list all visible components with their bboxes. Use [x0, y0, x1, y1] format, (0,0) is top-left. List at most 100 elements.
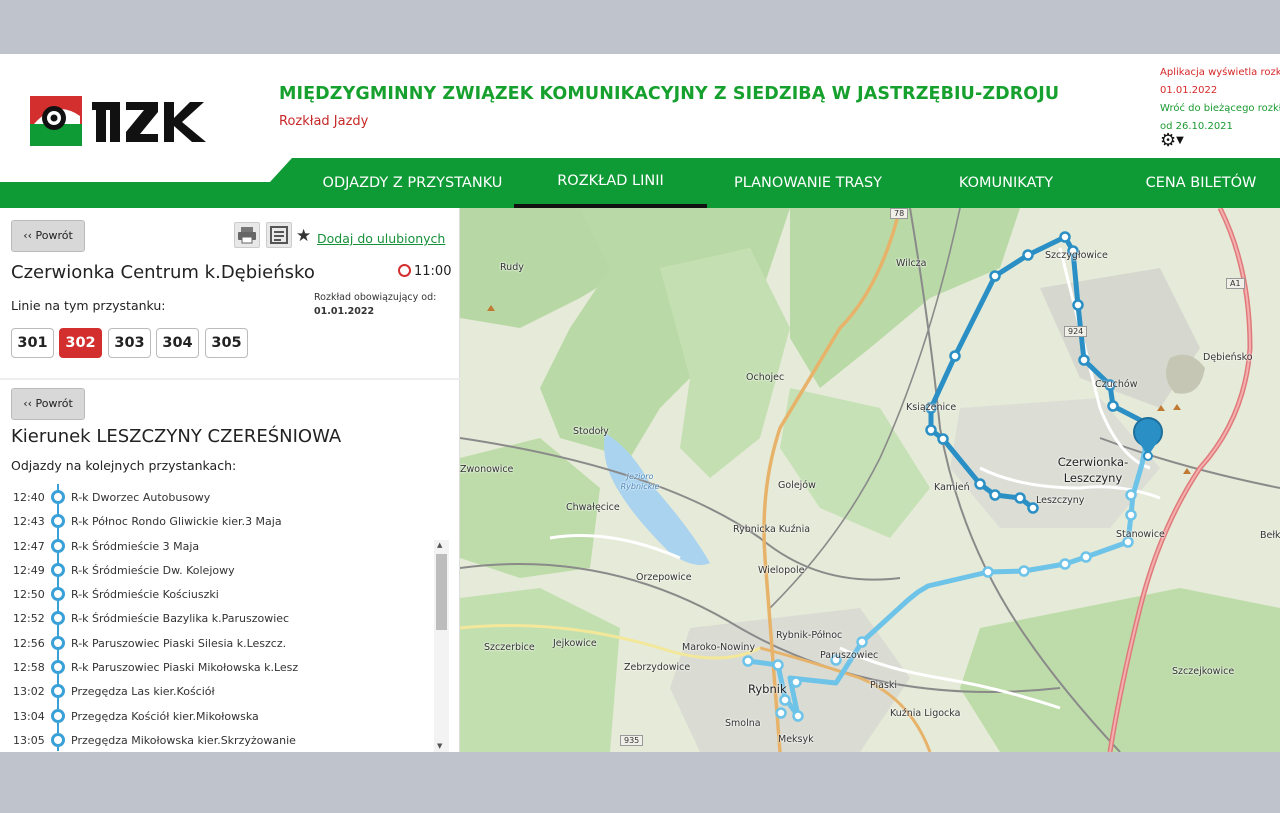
stop-list: 12:40 R-k Dworzec Autobusowy 12:43 R-k Półn…	[0, 484, 434, 752]
organization-title: MIĘDZYGMINNY ZWIĄZEK KOMUNIKACYJNY Z SIE…	[279, 84, 1060, 104]
stop-list-item[interactable]: 13:05 Przegędza Mikołowska kier.Skrzyżowa…	[0, 726, 434, 752]
line-button-301[interactable]: 301	[11, 328, 54, 358]
map-label: Ochojec	[746, 372, 785, 383]
back-button[interactable]: ‹‹ Powrót	[11, 220, 85, 252]
page-subtitle: Rozkład Jazdy	[279, 114, 369, 129]
map-label: Bełk	[1260, 530, 1280, 541]
return-current-link[interactable]: Wróć do bieżącego rozkła	[1160, 100, 1280, 118]
document-icon	[270, 226, 288, 244]
departures-label: Odjazdy na kolejnych przystankach:	[11, 458, 237, 473]
nav-route-planning[interactable]: PLANOWANIE TRASY	[712, 158, 904, 208]
map-label: Rudy	[500, 262, 524, 273]
stop-list-item[interactable]: 12:49 R-k Śródmieście Dw. Kolejowy	[0, 556, 434, 582]
stop-list-item[interactable]: 12:43 R-k Północ Rondo Gliwickie kier.3 M…	[0, 508, 434, 533]
line-button-305[interactable]: 305	[205, 328, 248, 358]
stop-list-item[interactable]: 12:47 R-k Śródmieście 3 Maja	[0, 532, 434, 557]
stop-list-item[interactable]: 12:56 R-k Paruszowiec Piaski Silesia k.Le…	[0, 629, 434, 655]
stop-name[interactable]: R-k Śródmieście 3 Maja	[71, 540, 199, 553]
map-label: Szczerbice	[484, 642, 535, 653]
scrollbar[interactable]: ▲ ▼	[434, 540, 449, 752]
departure-time: 12:52	[13, 612, 45, 626]
stop-marker-icon	[51, 587, 65, 602]
stop-marker-icon	[51, 732, 65, 747]
stop-name[interactable]: R-k Paruszowiec Piaski Mikołowska k.Lesz	[71, 661, 298, 674]
stop-marker-icon	[51, 635, 65, 650]
map-label: Rybnik-Północ	[776, 630, 843, 641]
map-label: Książenice	[906, 402, 957, 413]
gear-icon: ⚙	[1160, 130, 1177, 151]
stop-name[interactable]: R-k Śródmieście Kościuszki	[71, 588, 219, 601]
stop-name[interactable]: Przegędza Kościół kier.Mikołowska	[71, 710, 259, 723]
nav-departures[interactable]: ODJAZDY Z PRZYSTANKU	[310, 158, 515, 208]
app-window: MIĘDZYGMINNY ZWIĄZEK KOMUNIKACYJNY Z SIE…	[0, 54, 1280, 752]
map-label: Szczygłowice	[1045, 250, 1108, 261]
nav-ticket-prices[interactable]: CENA BILETÓW	[1122, 158, 1280, 208]
departure-time: 13:04	[13, 709, 45, 723]
road-number: 78	[890, 208, 909, 219]
stop-list-item[interactable]: 13:02 Przegędza Las kier.Kościół	[0, 678, 434, 703]
line-button-302[interactable]: 302	[59, 328, 102, 358]
map-label: Zebrzydowice	[624, 662, 691, 673]
back-button-direction[interactable]: ‹‹ Powrót	[11, 388, 85, 420]
stop-list-item[interactable]: 13:04 Przegędza Kościół kier.Mikołowska	[0, 702, 434, 727]
settings-dropdown[interactable]: ⚙▼	[1160, 130, 1184, 151]
departure-time: 12:40	[13, 491, 45, 504]
map-label: Maroko-Nowiny	[682, 642, 756, 653]
stop-list-item[interactable]: 12:52 R-k Śródmieście Bazylika k.Paruszow…	[0, 605, 434, 630]
map-label: Golejów	[778, 480, 816, 491]
printer-icon	[238, 227, 256, 244]
stop-name[interactable]: Przegędza Las kier.Kościół	[71, 685, 215, 698]
map-label-city: Rybnik	[748, 682, 787, 696]
road-number: 935	[620, 735, 644, 746]
scrollbar-thumb[interactable]	[436, 554, 447, 630]
map-label: Stanowice	[1116, 529, 1165, 540]
timetable-notice: Aplikacja wyświetla rozkł 01.01.2022 Wró…	[1160, 64, 1280, 136]
star-icon[interactable]: ★	[296, 226, 311, 246]
stop-list-item[interactable]: 12:40 R-k Dworzec Autobusowy	[0, 484, 434, 509]
valid-from-label: Rozkład obowiązujący od:	[314, 292, 437, 303]
stop-name: Czerwionka Centrum k.Dębieńsko	[11, 262, 315, 283]
map-label: Szczejkowice	[1172, 666, 1235, 677]
stop-marker-icon	[51, 562, 65, 577]
scroll-up-icon[interactable]: ▲	[437, 541, 442, 549]
print-button[interactable]	[234, 222, 260, 248]
valid-from-date: 01.01.2022	[314, 306, 375, 317]
stop-name[interactable]: R-k Śródmieście Dw. Kolejowy	[71, 564, 235, 577]
scroll-down-icon[interactable]: ▼	[437, 742, 442, 750]
map-canvas[interactable]	[460, 208, 1280, 752]
list-view-button[interactable]	[266, 222, 292, 248]
route-map[interactable]: Rudy Wilcza Szczygłowice Dębieńsko Ochoj…	[460, 208, 1280, 752]
map-label: Rybnicka Kuźnia	[733, 524, 811, 535]
map-label: Smolna	[725, 718, 761, 729]
stop-list-item[interactable]: 12:50 R-k Śródmieście Kościuszki	[0, 581, 434, 606]
current-time: 11:00	[398, 264, 451, 279]
departure-time: 13:05	[13, 733, 45, 747]
departure-time: 12:50	[13, 588, 45, 602]
stop-list-item[interactable]: 12:58 R-k Paruszowiec Piaski Mikołowska k…	[0, 654, 434, 679]
stop-name[interactable]: R-k Paruszowiec Piaski Silesia k.Leszcz.	[71, 637, 286, 650]
notice-date: 01.01.2022	[1160, 85, 1218, 96]
map-label: Chwałęcice	[566, 502, 620, 513]
stop-name[interactable]: Przegędza Mikołowska kier.Skrzyżowanie	[71, 734, 296, 747]
stop-marker-icon	[51, 660, 65, 675]
nav-announcements[interactable]: KOMUNIKATY	[930, 158, 1082, 208]
lake-label: Jezioro Rybnickie	[620, 472, 660, 491]
direction-title: Kierunek LESZCZYNY CZEREŚNIOWA	[11, 426, 342, 447]
departure-time: 12:56	[13, 636, 45, 650]
line-button-303[interactable]: 303	[108, 328, 151, 358]
map-label: Wilcza	[896, 258, 927, 269]
road-number: A1	[1226, 278, 1245, 289]
stop-name[interactable]: R-k Śródmieście Bazylika k.Paruszowiec	[71, 612, 289, 625]
map-label: Czuchów	[1095, 379, 1138, 390]
mzk-logo[interactable]	[30, 94, 220, 148]
nav-line-timetable[interactable]: ROZKŁAD LINII	[514, 158, 707, 208]
line-button-304[interactable]: 304	[156, 328, 199, 358]
map-label: Paruszowiec	[820, 650, 879, 661]
stop-name[interactable]: R-k Północ Rondo Gliwickie kier.3 Maja	[71, 515, 282, 528]
departure-time: 12:47	[13, 539, 45, 553]
road-number: 924	[1064, 326, 1088, 337]
map-label: Dębieńsko	[1203, 352, 1253, 363]
add-to-favorites-link[interactable]: Dodaj do ulubionych	[317, 231, 445, 246]
stop-marker-icon	[51, 708, 65, 723]
stop-name[interactable]: R-k Dworzec Autobusowy	[71, 491, 210, 504]
